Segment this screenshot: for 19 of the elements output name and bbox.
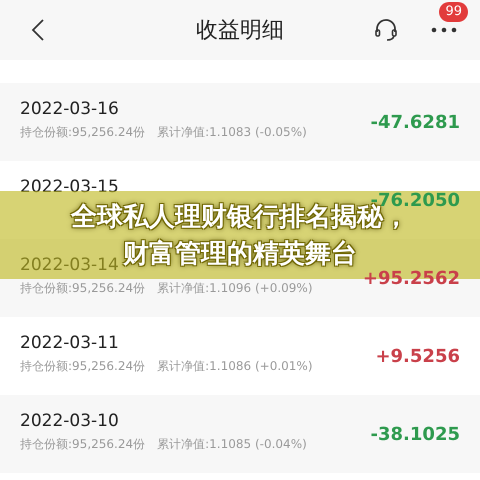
holding-detail: 持仓份额:95,256.24份 累计净值:1.1096 (+0.09%) [20,280,312,297]
page-title: 收益明细 [195,17,285,45]
income-amount: -38.1025 [370,424,460,444]
holding-detail: 持仓份额:95,256.24份 累计净值:1.1085 (-0.04%) [20,436,307,453]
more-icon [431,26,457,34]
date-text: 2022-03-16 [20,99,119,119]
date-text: 2022-03-10 [20,411,119,431]
date-text: 2022-03-11 [20,333,119,353]
income-amount: +9.5256 [375,346,460,366]
back-button[interactable] [30,17,46,43]
support-button[interactable] [372,16,400,44]
holding-detail: 持仓份额:95,256.24份 累计净值:1.1083 (-0.05%) [20,124,307,141]
notification-badge: 99 [439,2,468,22]
headset-icon [373,17,399,43]
holding-detail: 持仓份额:95,256.24份 累计净值:1.1086 (+0.01%) [20,358,312,375]
back-icon [31,18,45,42]
headline-text: 财富管理的精英舞台 [123,238,357,271]
date-text: 2022-03-14 [20,255,119,275]
income-amount: -47.6281 [370,112,460,132]
